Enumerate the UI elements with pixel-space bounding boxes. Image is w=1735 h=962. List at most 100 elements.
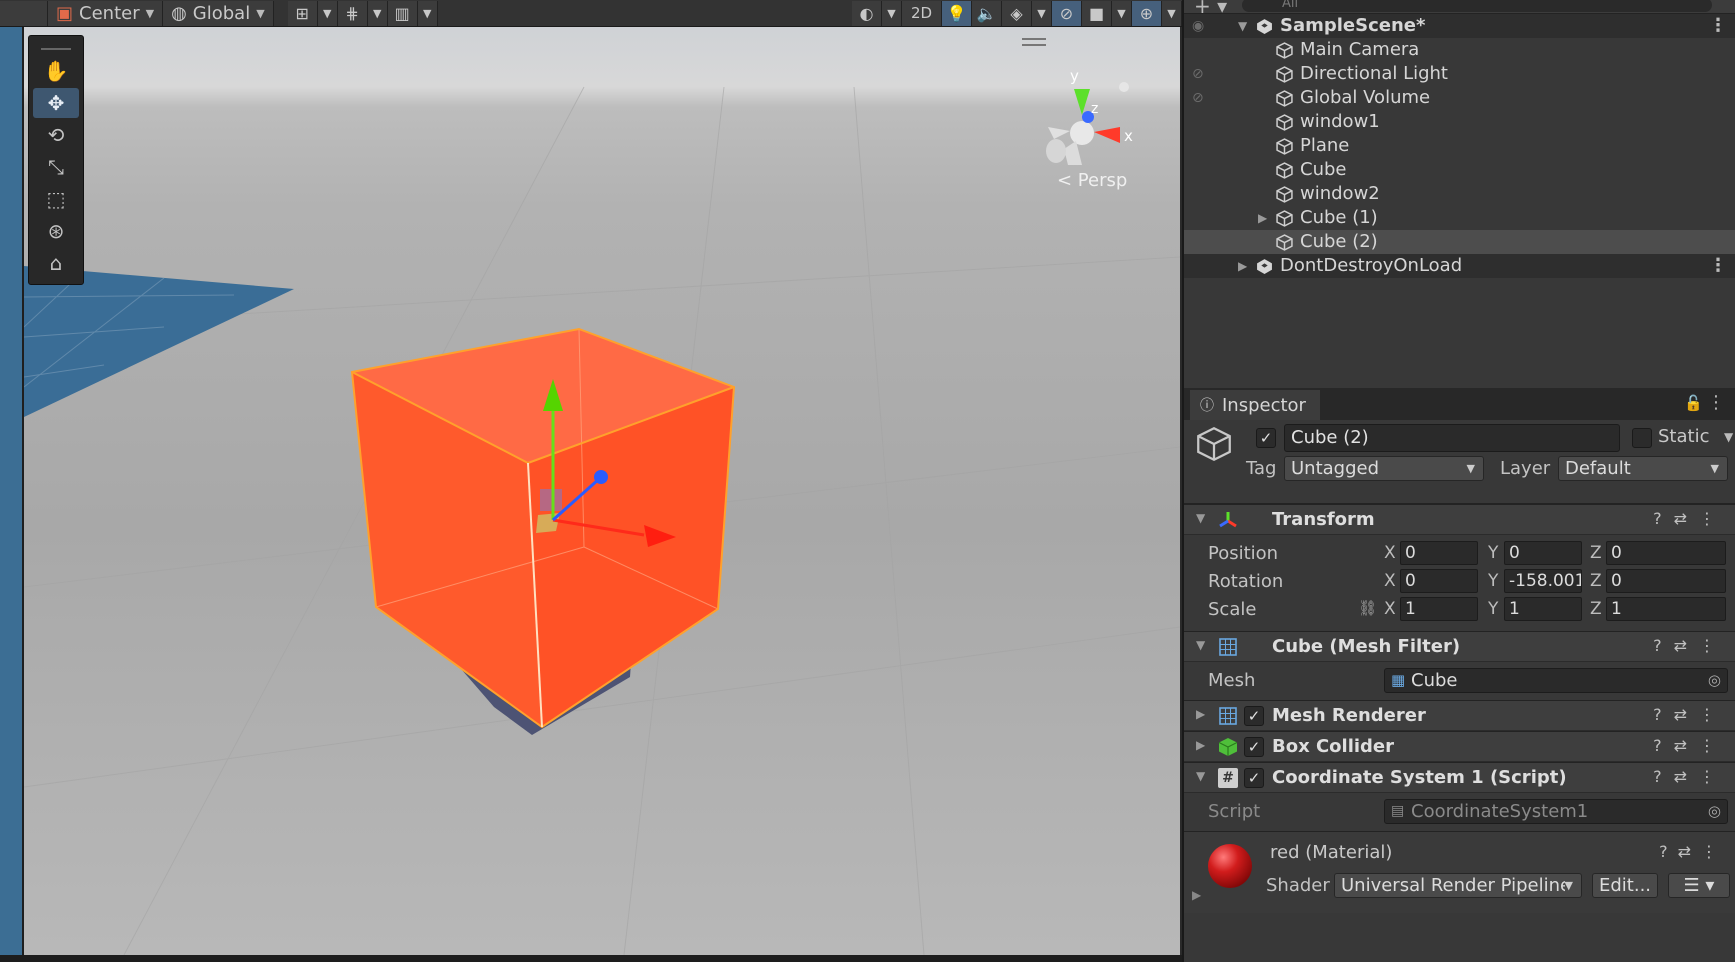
- increment-snap-icon[interactable]: ⋕: [337, 0, 368, 26]
- component-actions[interactable]: ?⇄⋮: [1653, 736, 1727, 755]
- kebab-menu-icon[interactable]: ⋮: [1709, 14, 1727, 38]
- scale-y-field[interactable]: 1: [1504, 597, 1582, 621]
- enabled-checkbox[interactable]: ✓: [1244, 737, 1264, 757]
- fold-arrow-icon[interactable]: ▶: [1196, 738, 1205, 752]
- camera-icon[interactable]: ■: [1082, 0, 1112, 26]
- shader-dropdown[interactable]: Universal Render Pipeline ▼: [1334, 873, 1582, 898]
- kebab-menu-icon[interactable]: ⋮: [1709, 254, 1727, 278]
- hierarchy-search-input[interactable]: All: [1242, 0, 1712, 12]
- expand-arrow-icon[interactable]: ▶: [1258, 206, 1267, 230]
- chevron-down-icon[interactable]: ▼: [417, 0, 438, 26]
- mesh-object-field[interactable]: ▦ Cube ◎: [1384, 668, 1728, 693]
- component-actions[interactable]: ?⇄⋮: [1653, 509, 1727, 528]
- fold-arrow-icon[interactable]: ▼: [1196, 511, 1205, 525]
- chevron-down-icon[interactable]: ▼: [1032, 0, 1052, 26]
- gizmo-xy-plane[interactable]: [540, 489, 562, 511]
- scale-z-field[interactable]: 1: [1606, 597, 1726, 621]
- gizmos-icon[interactable]: ⊕: [1132, 0, 1162, 26]
- tab-inspector[interactable]: ⓘ Inspector: [1190, 390, 1320, 420]
- scene-viewport[interactable]: y z x: [24, 27, 1180, 955]
- hierarchy-item[interactable]: ⊘ Directional Light: [1184, 62, 1735, 86]
- lighting-icon[interactable]: 💡: [942, 0, 972, 26]
- hierarchy-item[interactable]: window1: [1184, 110, 1735, 134]
- projection-toggle[interactable]: < Persp: [1057, 170, 1127, 191]
- rect-tool-icon[interactable]: ⬚: [33, 184, 79, 214]
- tag-dropdown[interactable]: Untagged ▼: [1284, 456, 1484, 481]
- component-actions[interactable]: ?⇄⋮: [1653, 705, 1727, 724]
- gizmo-z-handle[interactable]: [594, 470, 608, 484]
- kebab-menu-icon[interactable]: ⋮: [1707, 392, 1725, 413]
- hierarchy-item[interactable]: Plane: [1184, 134, 1735, 158]
- box-collider-header[interactable]: ▶ ✓ Box Collider ?⇄⋮: [1184, 731, 1735, 762]
- rotate-tool-icon[interactable]: ⟲: [33, 120, 79, 150]
- shader-options-button[interactable]: ☰ ▾: [1668, 873, 1730, 898]
- effects-icon[interactable]: ◈: [1002, 0, 1032, 26]
- hierarchy-item[interactable]: ⊘ Global Volume: [1184, 86, 1735, 110]
- chevron-down-icon[interactable]: ▼: [367, 0, 388, 26]
- mesh-filter-header[interactable]: ▼ Cube (Mesh Filter) ?⇄⋮: [1184, 631, 1735, 662]
- transform-tool-icon[interactable]: ⊛: [33, 216, 79, 246]
- hierarchy-scene-row[interactable]: ◉ ▼ SampleScene* ⋮: [1184, 14, 1735, 38]
- draw-mode-icon[interactable]: ◐: [852, 0, 882, 26]
- position-y-field[interactable]: 0: [1504, 541, 1582, 565]
- grid-visibility-icon[interactable]: ▥: [387, 0, 418, 26]
- snap-grid-icon[interactable]: ⊞: [287, 0, 318, 26]
- object-name-field[interactable]: Cube (2): [1284, 424, 1620, 452]
- chevron-down-icon[interactable]: ▼: [1724, 430, 1733, 444]
- palette-drag-handle[interactable]: [41, 40, 71, 50]
- component-actions[interactable]: ?⇄⋮: [1653, 636, 1727, 655]
- expand-arrow-icon[interactable]: ▶: [1238, 254, 1247, 278]
- edit-shader-button[interactable]: Edit...: [1592, 873, 1658, 898]
- rotation-z-field[interactable]: 0: [1606, 569, 1726, 593]
- hierarchy-item-selected[interactable]: Cube (2): [1184, 230, 1735, 254]
- fold-arrow-icon[interactable]: ▼: [1196, 769, 1205, 783]
- scale-x-field[interactable]: 1: [1400, 597, 1478, 621]
- hierarchy-dontdestroy-row[interactable]: ▶ DontDestroyOnLoad ⋮: [1184, 254, 1735, 278]
- static-checkbox[interactable]: [1632, 428, 1652, 448]
- hierarchy-item[interactable]: ▶ Cube (1): [1184, 206, 1735, 230]
- audio-icon[interactable]: 🔈: [972, 0, 1002, 26]
- fold-arrow-icon[interactable]: ▶: [1196, 707, 1205, 721]
- custom-tool-icon[interactable]: ⌂: [33, 248, 79, 278]
- hierarchy-item[interactable]: Cube: [1184, 158, 1735, 182]
- hand-tool-icon[interactable]: ✋: [33, 56, 79, 86]
- scale-tool-icon[interactable]: ⤡: [33, 152, 79, 182]
- script-component-header[interactable]: ▼ # ✓ Coordinate System 1 (Script) ?⇄⋮: [1184, 762, 1735, 793]
- component-actions[interactable]: ?⇄⋮: [1653, 767, 1727, 786]
- transform-header[interactable]: ▼ Transform ?⇄⋮: [1184, 504, 1735, 535]
- hidden-objects-icon[interactable]: ⊘: [1052, 0, 1082, 26]
- hamburger-icon[interactable]: [1022, 38, 1046, 46]
- rotation-x-field[interactable]: 0: [1400, 569, 1478, 593]
- hierarchy-item[interactable]: Main Camera: [1184, 38, 1735, 62]
- orientation-gizmo[interactable]: [1046, 82, 1129, 165]
- enabled-checkbox[interactable]: ✓: [1244, 706, 1264, 726]
- material-preview[interactable]: [1208, 844, 1252, 888]
- mesh-renderer-header[interactable]: ▶ ✓ Mesh Renderer ?⇄⋮: [1184, 700, 1735, 731]
- expand-arrow-icon[interactable]: ▼: [1238, 14, 1247, 38]
- pivot-toggle[interactable]: ▣ Center ▼: [48, 0, 164, 26]
- chevron-down-icon[interactable]: ▼: [1112, 0, 1132, 26]
- move-tool-icon[interactable]: ✥: [33, 88, 79, 118]
- position-z-field[interactable]: 0: [1606, 541, 1726, 565]
- material-actions[interactable]: ?⇄⋮: [1659, 842, 1727, 861]
- hidden-eye-icon[interactable]: ⊘: [1192, 86, 1204, 110]
- hidden-eye-icon[interactable]: ⊘: [1192, 62, 1204, 86]
- chevron-down-icon[interactable]: ▼: [882, 0, 902, 26]
- rotation-y-field[interactable]: -158.001: [1504, 569, 1582, 593]
- link-scale-icon[interactable]: ⛓: [1358, 599, 1377, 617]
- visibility-icon[interactable]: ◉: [1192, 14, 1204, 38]
- fold-arrow-icon[interactable]: ▼: [1196, 638, 1205, 652]
- hierarchy-item[interactable]: window2: [1184, 182, 1735, 206]
- enabled-checkbox[interactable]: ✓: [1244, 768, 1264, 788]
- object-picker-icon[interactable]: ◎: [1708, 669, 1721, 692]
- scene-view[interactable]: ▣ Center ▼ ◍ Global ▼ ⊞ ▼ ⋕ ▼ ▥ ▼ ◐ ▼ 2D…: [0, 0, 1182, 962]
- lock-icon[interactable]: 🔓: [1684, 394, 1703, 412]
- active-checkbox[interactable]: ✓: [1256, 428, 1276, 448]
- toggle-2d-button[interactable]: 2D: [902, 0, 942, 26]
- position-x-field[interactable]: 0: [1400, 541, 1478, 565]
- space-toggle[interactable]: ◍ Global ▼: [163, 0, 274, 26]
- layer-dropdown[interactable]: Default ▼: [1558, 456, 1728, 481]
- chevron-down-icon[interactable]: ▼: [317, 0, 338, 26]
- chevron-down-icon[interactable]: ▼: [1162, 0, 1182, 26]
- fold-arrow-icon[interactable]: ▶: [1192, 888, 1201, 902]
